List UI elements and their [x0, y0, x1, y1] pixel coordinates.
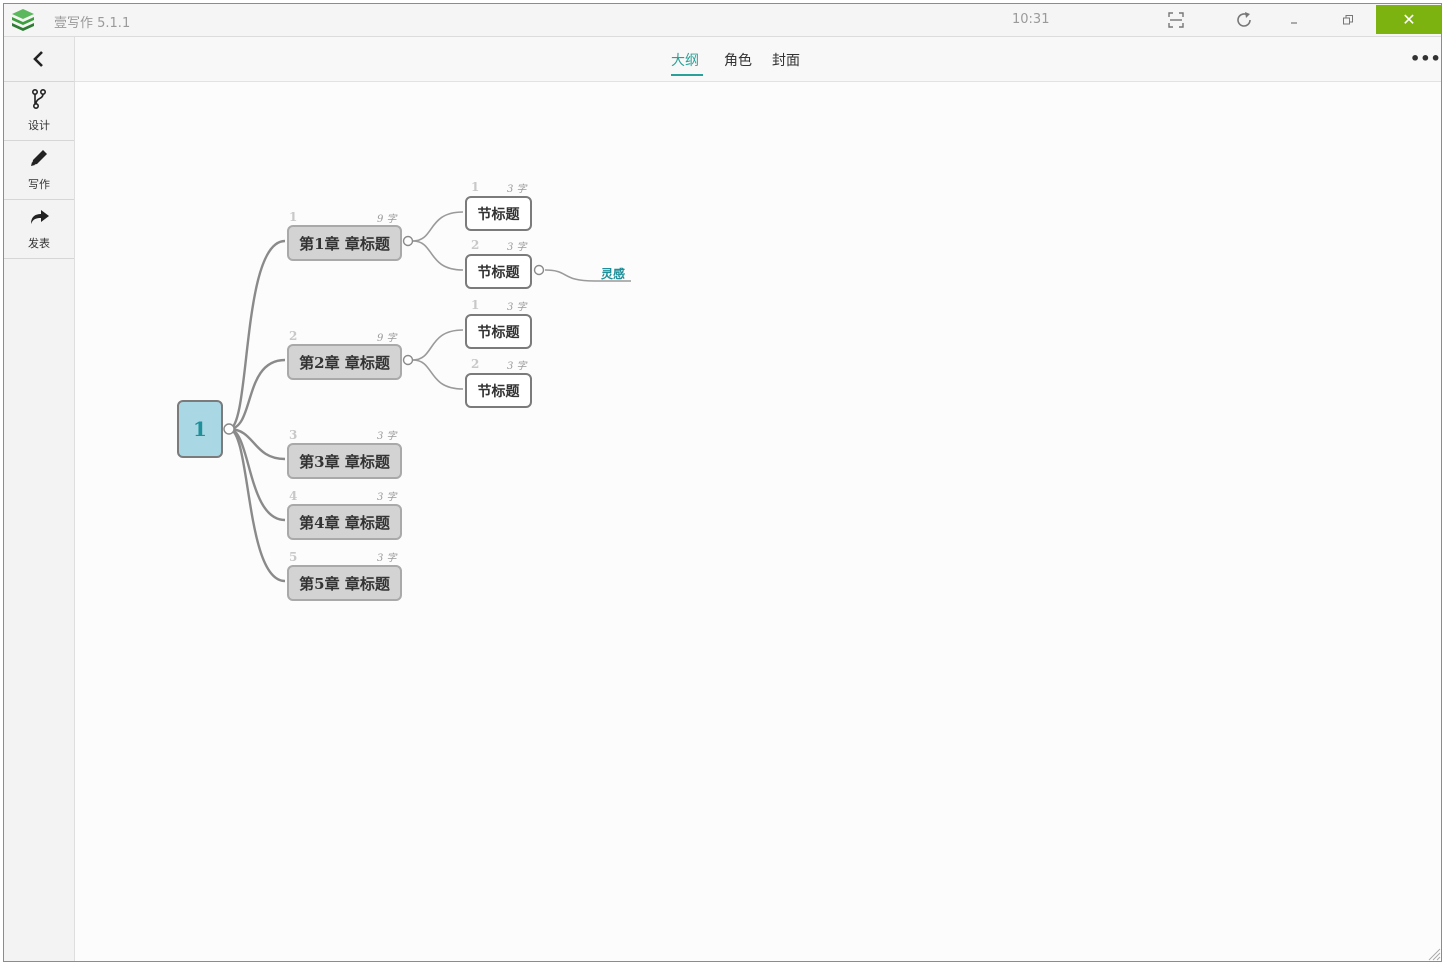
- chapter-node[interactable]: 第5章 章标题: [287, 565, 402, 601]
- section-node[interactable]: 节标题: [465, 314, 532, 349]
- sidebar-item-publish[interactable]: 发表: [4, 200, 74, 259]
- connector-root-ch4: [228, 427, 286, 522]
- clock: 10:31: [1012, 12, 1050, 27]
- branch-icon: [32, 88, 47, 110]
- sidebar-item-design[interactable]: 设计: [4, 82, 74, 141]
- connector-ch1-sec2: [412, 240, 464, 271]
- connector-ch2-sec1: [412, 329, 464, 361]
- chapter-word-count: 9 字: [377, 333, 397, 344]
- section-index: 1: [471, 298, 480, 312]
- section-word-count: 3 字: [507, 361, 527, 372]
- chapter-node[interactable]: 第2章 章标题: [287, 344, 402, 380]
- root-node[interactable]: 1: [177, 400, 223, 458]
- active-tab-indicator: [671, 74, 703, 76]
- section-node[interactable]: 节标题: [465, 254, 532, 289]
- more-menu-button[interactable]: •••: [1410, 49, 1441, 69]
- chapter-index: 3: [289, 428, 298, 442]
- chevron-left-icon: [33, 51, 43, 67]
- connector-root-ch1: [228, 239, 286, 431]
- minimize-button[interactable]: [1274, 4, 1314, 36]
- resize-grip-icon[interactable]: [1427, 947, 1441, 961]
- close-icon: ✕: [1402, 10, 1416, 29]
- chapter-word-count: 9 字: [377, 214, 397, 225]
- connector-ch2-sec2: [412, 359, 464, 390]
- section-word-count: 3 字: [507, 184, 527, 195]
- restore-icon: [1343, 15, 1353, 25]
- collapse-toggle-ch1[interactable]: [402, 235, 414, 247]
- chapter-node[interactable]: 第1章 章标题: [287, 225, 402, 261]
- section-node[interactable]: 节标题: [465, 196, 532, 231]
- sidebar: 设计 写作 发表: [4, 37, 75, 961]
- collapse-toggle-sec[interactable]: [533, 264, 545, 276]
- connector-ch1-sec1: [412, 211, 464, 242]
- pencil-icon: [31, 150, 47, 166]
- app-window: 壹写作 5.1.1 10:31 ✕ 设计 写作 发表 大纲 角色 封面 ••• …: [3, 3, 1442, 962]
- chapter-node[interactable]: 第4章 章标题: [287, 504, 402, 540]
- app-logo-icon: [12, 9, 34, 31]
- title-bar: 壹写作 5.1.1 10:31 ✕: [4, 4, 1441, 37]
- restore-button[interactable]: [1328, 4, 1368, 36]
- chapter-index: 4: [289, 489, 298, 503]
- section-word-count: 3 字: [507, 302, 527, 313]
- close-button[interactable]: ✕: [1376, 5, 1441, 34]
- chapter-index: 1: [289, 210, 298, 224]
- refresh-icon: [1237, 12, 1251, 27]
- back-button[interactable]: [4, 37, 74, 82]
- section-word-count: 3 字: [507, 242, 527, 253]
- chapter-word-count: 3 字: [377, 492, 397, 503]
- section-index: 2: [471, 238, 480, 252]
- sidebar-item-label: 写作: [28, 178, 50, 191]
- more-icon: •••: [1410, 49, 1441, 68]
- mindmap-connectors: [223, 211, 631, 583]
- connector-root-ch5: [228, 427, 286, 583]
- chapter-index: 2: [289, 329, 298, 343]
- chapter-word-count: 3 字: [377, 553, 397, 564]
- chapter-word-count: 3 字: [377, 431, 397, 442]
- refresh-button[interactable]: [1224, 4, 1264, 36]
- top-nav: 大纲 角色 封面 •••: [75, 37, 1441, 82]
- section-index: 2: [471, 357, 480, 371]
- share-arrow-icon: [31, 210, 49, 224]
- chapter-node[interactable]: 第3章 章标题: [287, 443, 402, 479]
- outline-canvas[interactable]: 1 1 9 字 第1章 章标题 1 3 字 节标题 2 3 字 节标题 灵感 2…: [75, 82, 1441, 961]
- section-node[interactable]: 节标题: [465, 373, 532, 408]
- chapter-index: 5: [289, 550, 298, 564]
- sidebar-item-label: 设计: [28, 119, 50, 132]
- inspiration-note[interactable]: 灵感: [601, 265, 625, 282]
- tab-characters[interactable]: 角色: [724, 50, 752, 70]
- collapse-toggle-root[interactable]: [223, 423, 235, 435]
- screen-capture-button[interactable]: [1156, 4, 1196, 36]
- minimize-icon: [1291, 22, 1297, 24]
- section-index: 1: [471, 180, 480, 194]
- tab-cover[interactable]: 封面: [772, 50, 800, 70]
- tab-outline[interactable]: 大纲: [671, 50, 699, 70]
- sidebar-item-label: 发表: [28, 237, 50, 250]
- app-title: 壹写作 5.1.1: [54, 16, 131, 31]
- collapse-toggle-ch2[interactable]: [402, 354, 414, 366]
- sidebar-item-write[interactable]: 写作: [4, 141, 74, 200]
- screen-capture-icon: [1168, 12, 1184, 28]
